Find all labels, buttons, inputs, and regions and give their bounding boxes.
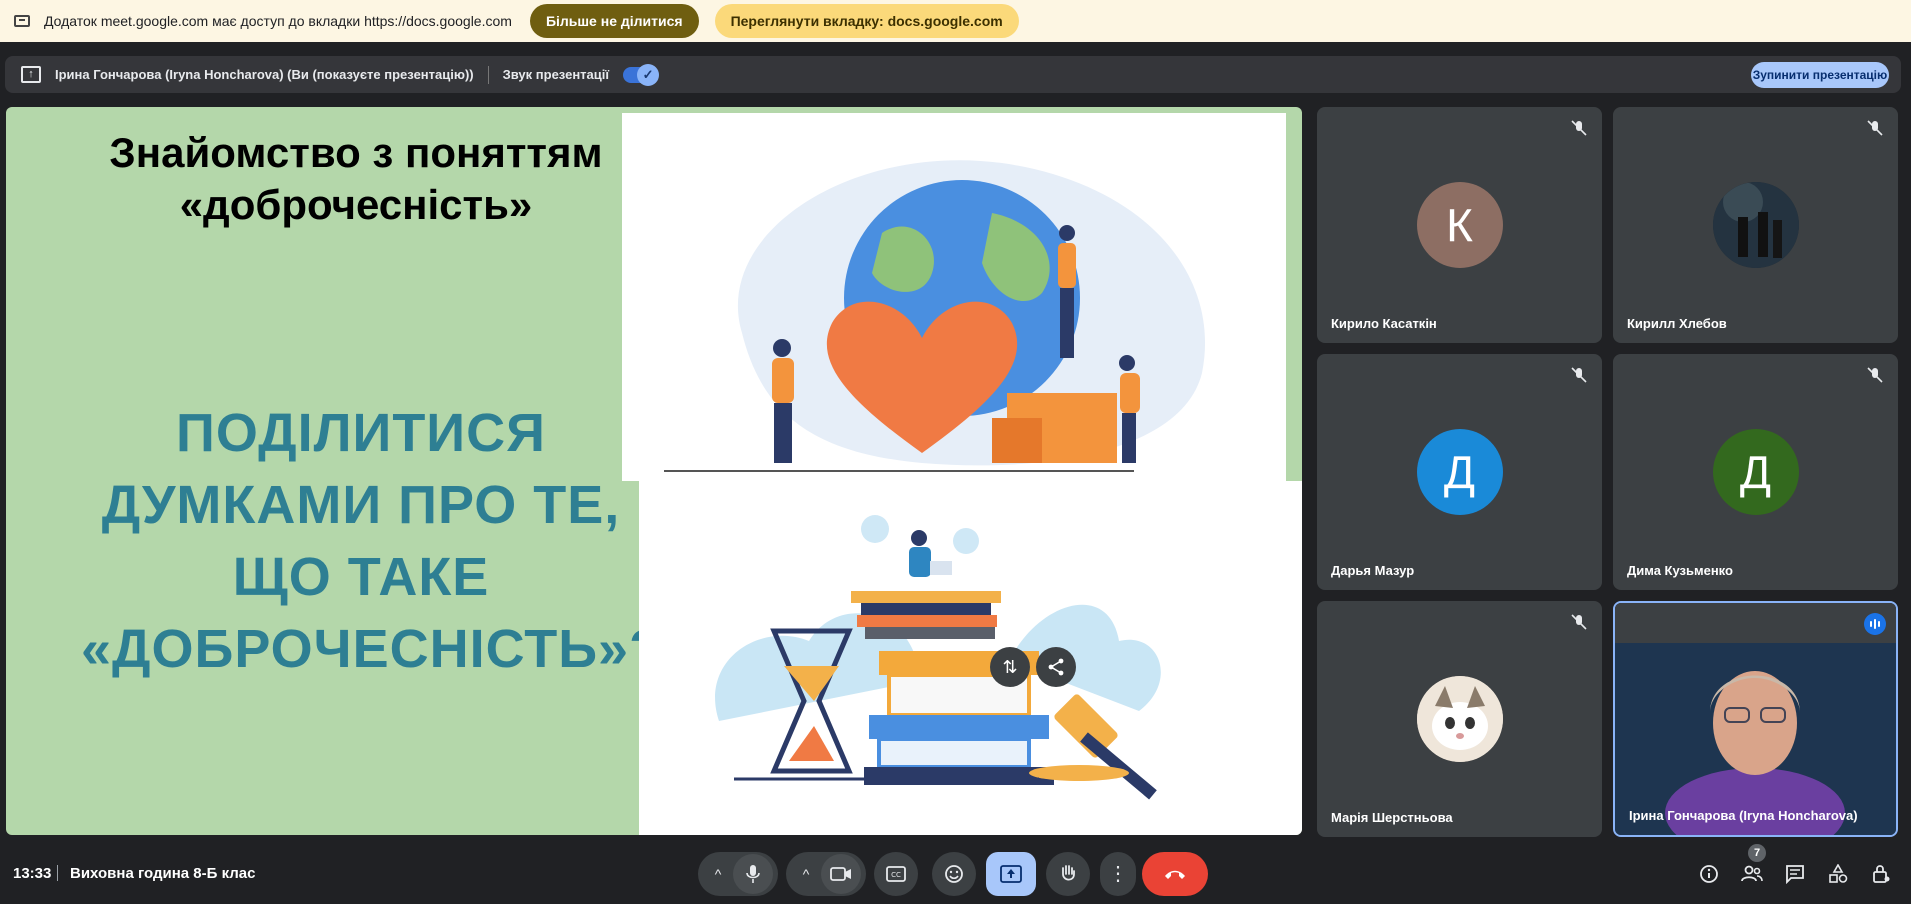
avatar-cat-photo [1416, 676, 1503, 762]
mic-off-icon [1867, 120, 1883, 136]
meeting-title: Виховна година 8-Б клас [70, 865, 256, 882]
mic-control: ^ [698, 852, 778, 896]
presenting-text: Ірина Гончарова (Iryna Honcharova) (Ви (… [55, 67, 474, 82]
present-icon [1000, 865, 1022, 883]
tab-share-icon [14, 15, 30, 27]
audio-settings-chevron-icon[interactable]: ^ [703, 866, 733, 882]
mic-off-icon [1867, 367, 1883, 383]
participant-name: Марія Шерстньова [1331, 810, 1453, 825]
avatar: Д [1712, 429, 1799, 515]
more-options-button[interactable]: ⋮ [1100, 852, 1136, 896]
divider [487, 65, 489, 84]
present-screen-icon: ↑ [21, 66, 41, 83]
host-controls-button[interactable] [1867, 860, 1895, 888]
camera-button[interactable] [821, 854, 861, 894]
share-icon [1048, 658, 1064, 676]
present-button[interactable] [986, 852, 1036, 896]
speaking-indicator-icon [1864, 613, 1886, 635]
chat-button[interactable] [1781, 860, 1809, 888]
slide-question: ПОДІЛИТИСЯ ДУМКАМИ ПРО ТЕ, ЩО ТАКЕ «ДОБР… [81, 403, 664, 679]
reposition-button[interactable]: ⇅ [990, 647, 1030, 687]
clock: 13:33 [13, 865, 52, 882]
view-tab-button[interactable]: Переглянути вкладку: docs.google.com [714, 4, 1019, 38]
participant-name: Ірина Гончарова (Iryna Honcharova) [1629, 808, 1858, 823]
participant-tile[interactable]: Д Дима Кузьменко [1613, 354, 1898, 590]
stop-sharing-button[interactable]: Більше не ділитися [529, 4, 699, 38]
books-study-illustration [639, 481, 1302, 835]
presenting-bar: ↑ Ірина Гончарова (Iryna Honcharova) (Ви… [5, 56, 1901, 93]
bottom-controls-bar: 13:33 Виховна година 8-Б клас ^ ^ CC ⋮ 7 [0, 844, 1911, 904]
avatar: Д [1416, 429, 1503, 515]
people-count-badge: 7 [1748, 844, 1766, 862]
more-icon: ⋮ [1108, 863, 1128, 885]
participant-tile[interactable]: Марія Шерстньова [1317, 601, 1602, 837]
captions-icon: CC [886, 866, 906, 882]
leave-call-button[interactable] [1142, 852, 1208, 896]
people-icon [1741, 865, 1763, 882]
activities-button[interactable] [1824, 860, 1852, 888]
captions-button[interactable]: CC [874, 852, 918, 896]
sharing-infobar: Додаток meet.google.com має доступ до вк… [0, 0, 1911, 42]
mic-off-icon [1571, 614, 1587, 630]
chat-icon [1786, 865, 1804, 884]
presentation-audio-label: Звук презентації [502, 67, 610, 82]
participant-name: Дима Кузьменко [1627, 563, 1733, 578]
stop-presenting-button[interactable]: Зупинити презентацію [1751, 62, 1889, 88]
microphone-icon [746, 865, 760, 883]
presentation-audio-toggle[interactable]: ✓ [623, 63, 660, 86]
camera-icon [830, 867, 851, 881]
swap-arrows-icon: ⇅ [1002, 656, 1018, 677]
participant-tile[interactable]: К Кирило Касаткін [1317, 107, 1602, 343]
camera-control: ^ [786, 852, 866, 896]
emoji-button[interactable] [932, 852, 976, 896]
mic-off-icon [1571, 367, 1587, 383]
avatar-photo [1712, 182, 1799, 268]
lock-person-icon [1873, 865, 1890, 883]
infobar-message: Додаток meet.google.com має доступ до вк… [44, 13, 512, 29]
participant-name: Кирилл Хлебов [1627, 316, 1727, 331]
participant-tile[interactable]: Кирилл Хлебов [1613, 107, 1898, 343]
self-video [1615, 603, 1896, 835]
avatar: К [1416, 182, 1503, 268]
check-icon: ✓ [637, 63, 660, 86]
activities-icon [1829, 864, 1848, 883]
mic-off-icon [1571, 120, 1587, 136]
participant-tile-self[interactable]: Ірина Гончарова (Iryna Honcharova) [1613, 601, 1898, 837]
video-settings-chevron-icon[interactable]: ^ [791, 866, 821, 882]
participant-name: Дарья Мазур [1331, 563, 1415, 578]
emoji-icon [945, 865, 963, 883]
globe-volunteers-illustration [622, 113, 1286, 481]
end-call-icon [1165, 870, 1185, 879]
svg-text:CC: CC [891, 871, 901, 879]
slide-title: Знайомство з поняттям «доброчесність» [109, 129, 603, 228]
side-panel-buttons [1680, 860, 1895, 888]
raise-hand-icon [1062, 865, 1075, 881]
raise-hand-button[interactable] [1046, 852, 1090, 896]
microphone-button[interactable] [733, 854, 773, 894]
participant-tile[interactable]: Д Дарья Мазур [1317, 354, 1602, 590]
people-button[interactable] [1738, 860, 1766, 888]
presentation-slide: Знайомство з поняттям «доброчесність» ПО… [6, 107, 1302, 835]
participant-name: Кирило Касаткін [1331, 316, 1437, 331]
divider [57, 865, 58, 881]
meeting-info-button[interactable] [1695, 860, 1723, 888]
share-slide-button[interactable] [1036, 647, 1076, 687]
info-icon [1700, 865, 1718, 883]
